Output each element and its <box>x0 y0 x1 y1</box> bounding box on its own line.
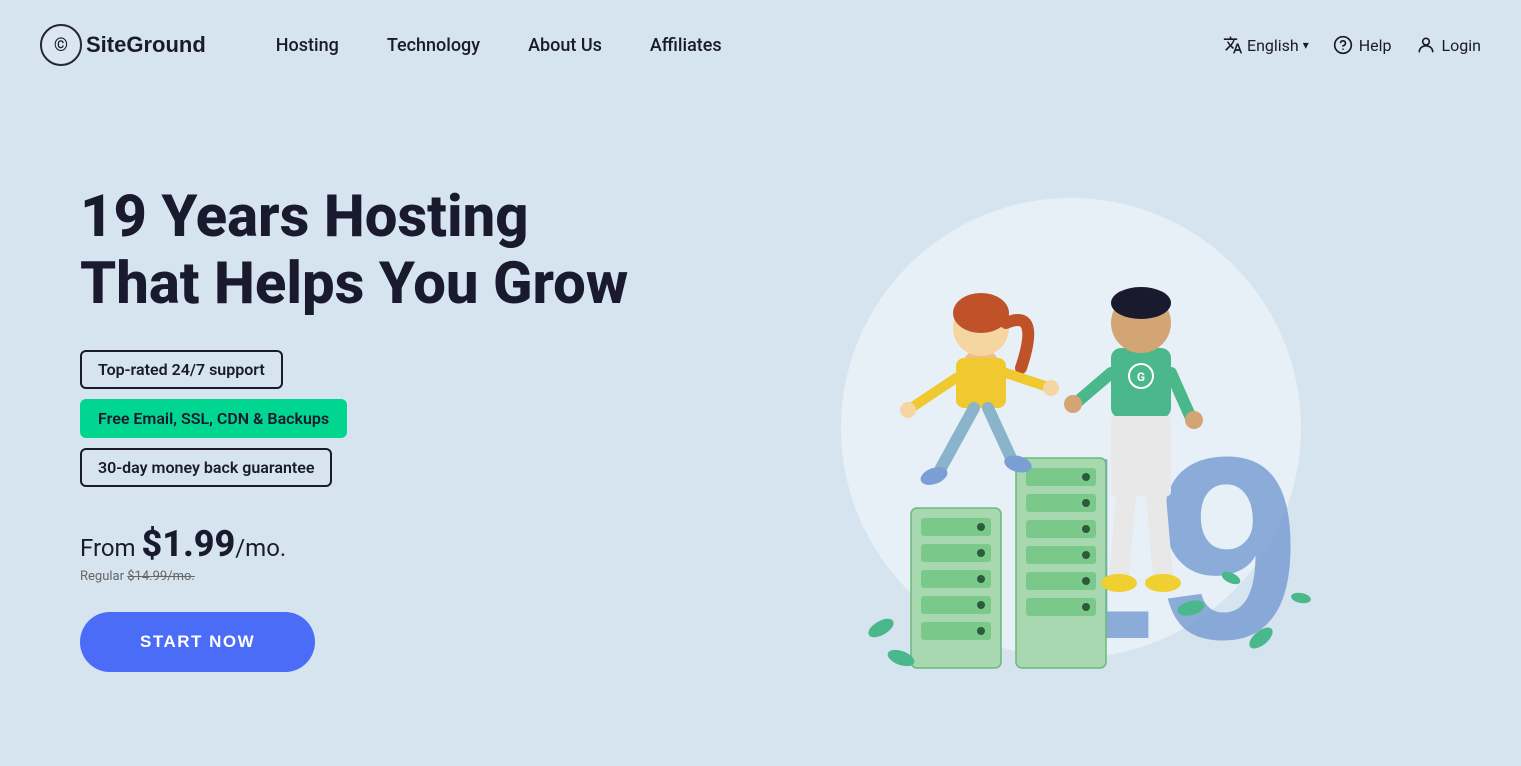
logo-text: SiteGround <box>86 32 206 58</box>
svg-text:G: G <box>1136 370 1144 384</box>
nav-hosting[interactable]: Hosting <box>256 27 359 64</box>
language-label: English <box>1247 36 1299 55</box>
hero-illustration: 19 <box>680 148 1461 708</box>
help-link[interactable]: Help <box>1333 35 1392 55</box>
hero-title-line1: 19 Years Hosting <box>80 183 529 251</box>
login-label: Login <box>1442 36 1481 55</box>
login-icon <box>1416 35 1436 55</box>
price-period: /mo. <box>235 534 286 562</box>
logo-icon: © <box>40 24 82 66</box>
nav-about-us[interactable]: About Us <box>508 27 622 64</box>
price-display: From $1.99/mo. <box>80 523 680 565</box>
price-regular-value: $14.99/mo. <box>127 569 195 584</box>
price-regular-label: Regular <box>80 569 124 584</box>
hero-svg-illustration: 19 <box>781 148 1361 708</box>
login-link[interactable]: Login <box>1416 35 1481 55</box>
nav-technology[interactable]: Technology <box>367 27 500 64</box>
price-from-label: From <box>80 534 136 562</box>
help-label: Help <box>1359 36 1392 55</box>
pricing-block: From $1.99/mo. Regular $14.99/mo. <box>80 523 680 584</box>
nav-affiliates[interactable]: Affiliates <box>630 27 742 64</box>
hero-section: 19 Years Hosting That Helps You Grow Top… <box>0 90 1521 766</box>
badge-free-features: Free Email, SSL, CDN & Backups <box>80 399 347 438</box>
badge-support: Top-rated 24/7 support <box>80 350 283 389</box>
language-selector[interactable]: English ▾ <box>1223 35 1309 55</box>
svg-text:©: © <box>54 35 68 56</box>
badge-money-back: 30-day money back guarantee <box>80 448 332 487</box>
logo-link[interactable]: © SiteGround <box>40 24 206 66</box>
navbar: © SiteGround Hosting Technology About Us… <box>0 0 1521 90</box>
price-regular: Regular $14.99/mo. <box>80 569 680 584</box>
hero-title-line2: That Helps You Grow <box>80 250 628 318</box>
hero-content: 19 Years Hosting That Helps You Grow Top… <box>80 184 680 671</box>
price-amount: $1.99 <box>142 523 236 565</box>
help-icon <box>1333 35 1353 55</box>
nav-right: English ▾ Help Login <box>1223 35 1481 55</box>
start-now-button[interactable]: START NOW <box>80 612 315 672</box>
translate-icon <box>1223 35 1243 55</box>
nav-links: Hosting Technology About Us Affiliates <box>256 27 1223 64</box>
hero-badges: Top-rated 24/7 support Free Email, SSL, … <box>80 350 680 487</box>
chevron-down-icon: ▾ <box>1303 38 1309 52</box>
hero-title: 19 Years Hosting That Helps You Grow <box>80 184 680 317</box>
